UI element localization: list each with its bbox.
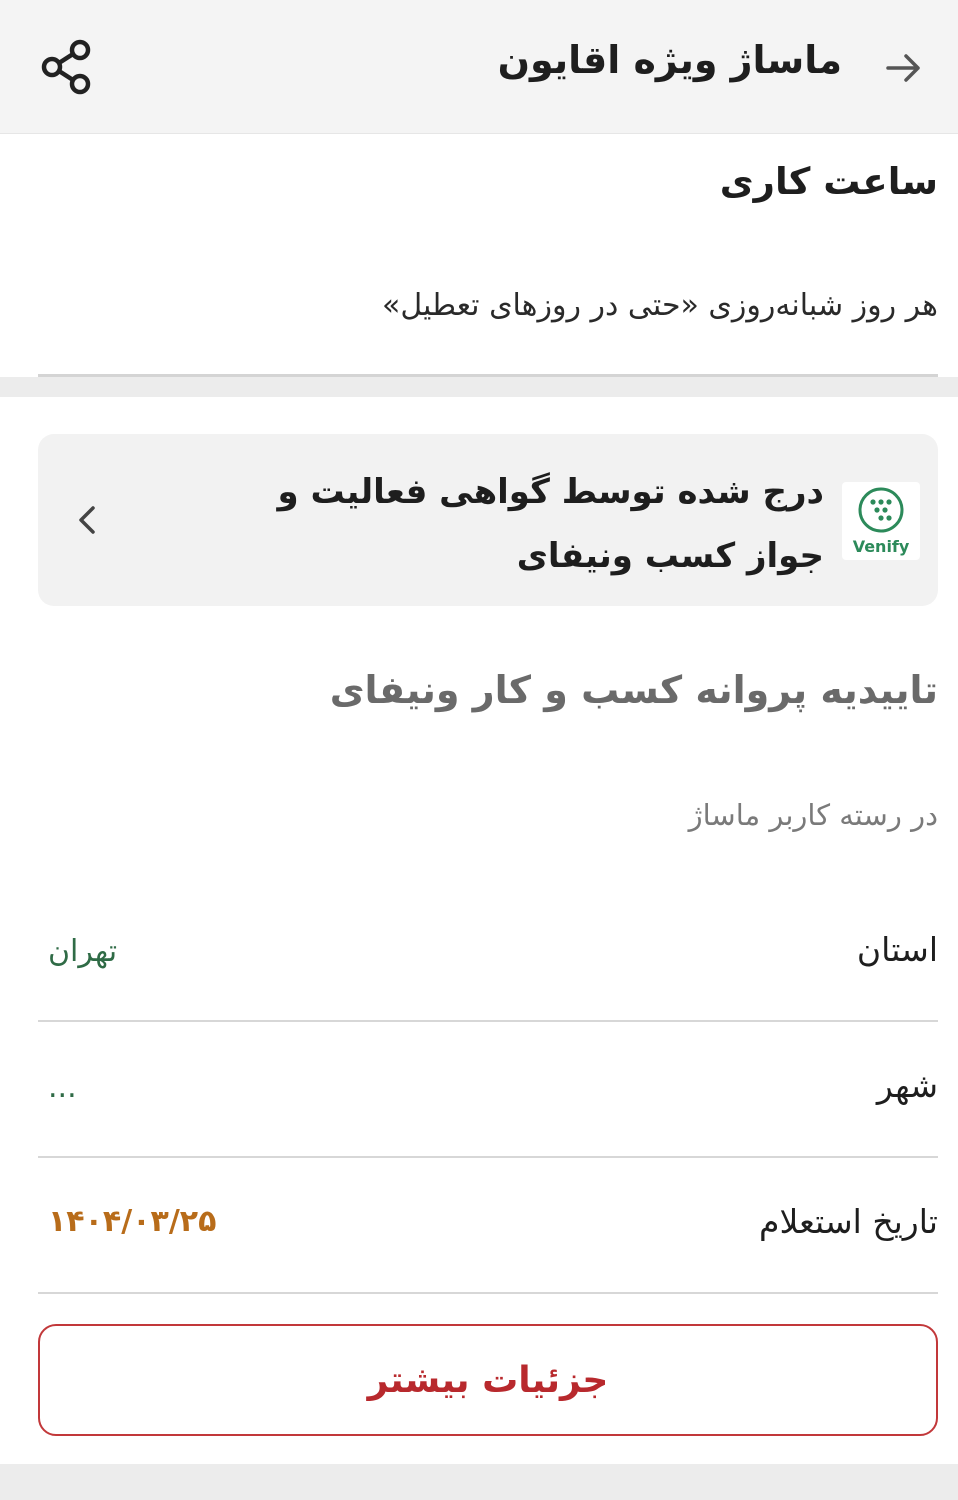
working-hours-heading: ساعت کاری — [719, 160, 938, 203]
verification-text: درج شده توسط گواهی فعالیت و جواز کسب ونی… — [277, 472, 825, 576]
back-button[interactable] — [876, 40, 932, 96]
license-heading: تاییدیه پروانه کسب و کار ونیفای — [329, 668, 938, 712]
info-row-city: شهر ... — [38, 1022, 938, 1158]
section-separator — [0, 377, 958, 397]
info-label: شهر — [876, 1066, 938, 1105]
venify-wordmark: Venify — [852, 537, 910, 556]
chevron-left-button[interactable] — [68, 500, 108, 540]
share-button[interactable] — [36, 36, 98, 98]
info-label: تاریخ استعلام — [759, 1202, 938, 1241]
share-icon — [41, 39, 91, 95]
arrow-right-icon — [886, 54, 920, 82]
more-details-button[interactable]: جزئیات بیشتر — [38, 1324, 938, 1436]
info-label: استان — [856, 930, 938, 969]
info-value: تهران — [48, 934, 118, 969]
top-bar: ماساژ ویژه اقایون — [0, 0, 958, 134]
info-row-province: استان تهران — [38, 890, 938, 1022]
info-value: ... — [48, 1070, 77, 1105]
venify-logo: Venify — [842, 482, 920, 560]
more-details-label: جزئیات بیشتر — [367, 1359, 609, 1401]
section-separator — [0, 1464, 958, 1500]
verification-card[interactable]: Venify درج شده توسط گواهی فعالیت و جواز … — [38, 434, 938, 606]
chevron-left-icon — [79, 506, 95, 534]
working-hours-text: هر روز شبانه‌روزی «حتی در روزهای تعطیل» — [381, 288, 938, 323]
info-row-inquiry-date: تاریخ استعلام ۱۴۰۴/۰۳/۲۵ — [38, 1158, 938, 1294]
page-title: ماساژ ویژه اقایون — [497, 38, 842, 82]
license-subtitle: در رسته کاربر ماساژ — [688, 798, 938, 832]
venify-logo-mark — [858, 487, 904, 533]
info-value: ۱۴۰۴/۰۳/۲۵ — [48, 1204, 217, 1239]
